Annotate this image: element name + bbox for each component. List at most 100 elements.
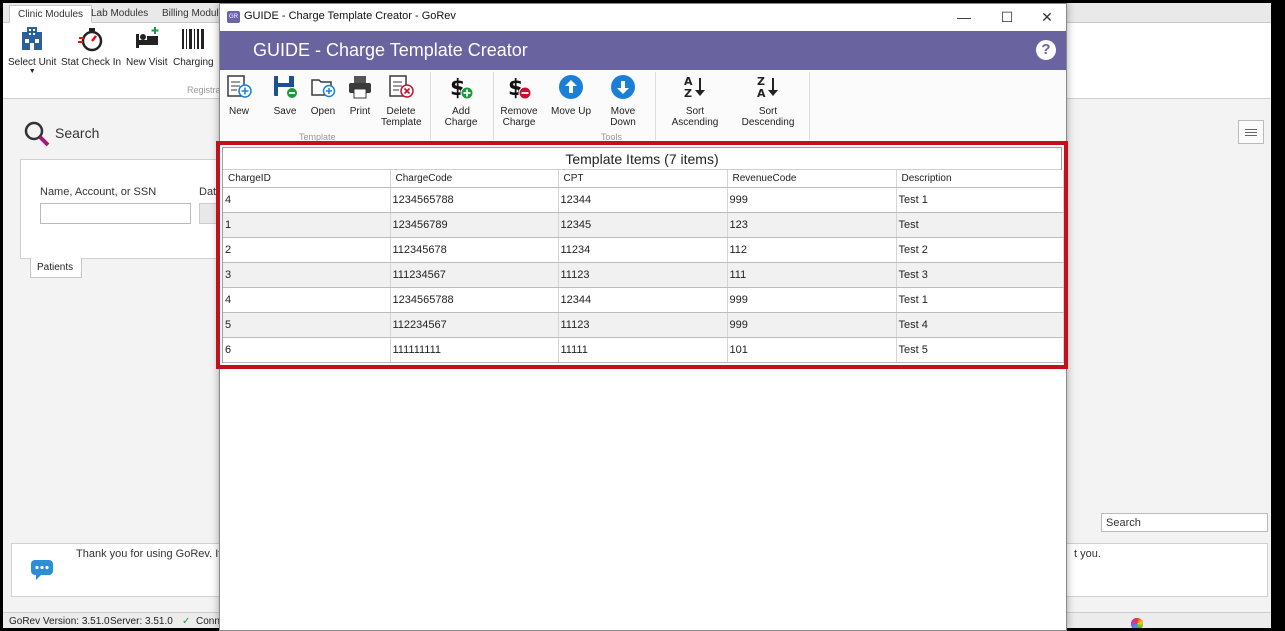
add-charge-button[interactable]: $ Add Charge bbox=[435, 74, 487, 128]
cell-cpt[interactable]: 12345 bbox=[558, 212, 728, 238]
cell-description[interactable]: Test 1 bbox=[896, 287, 1064, 313]
cell-revenuecode[interactable]: 999 bbox=[727, 187, 897, 213]
table-row[interactable]: 3 111234567 11123 111 Test 3 bbox=[223, 262, 1064, 288]
name-account-ssn-input[interactable] bbox=[40, 203, 191, 224]
cell-description[interactable]: Test bbox=[896, 212, 1064, 238]
barcode-icon bbox=[182, 29, 205, 49]
sort-descending-icon: Z A bbox=[757, 75, 778, 100]
right-search-input[interactable]: Search bbox=[1101, 513, 1268, 532]
window-title: GUIDE - Charge Template Creator - GoRev bbox=[244, 10, 456, 22]
hamburger-menu-button[interactable] bbox=[1238, 120, 1264, 144]
cell-cpt[interactable]: 11234 bbox=[558, 237, 728, 263]
column-header-description[interactable]: Description bbox=[896, 170, 1064, 188]
cell-chargecode[interactable]: 111234567 bbox=[390, 262, 559, 288]
print-button[interactable]: Print bbox=[345, 74, 375, 117]
stat-check-in-button[interactable]: Stat Check In bbox=[61, 26, 121, 68]
move-up-button[interactable]: Move Up bbox=[551, 74, 591, 117]
new-document-icon bbox=[227, 75, 252, 98]
cell-revenuecode[interactable]: 999 bbox=[727, 312, 897, 338]
cell-cpt[interactable]: 12344 bbox=[558, 187, 728, 213]
hamburger-icon bbox=[1245, 129, 1257, 130]
select-unit-button[interactable]: Select Unit ▼ bbox=[8, 26, 56, 75]
cell-chargeid[interactable]: 6 bbox=[223, 337, 391, 363]
highlight-frame: Template Items (7 items) ChargeID Charge… bbox=[216, 141, 1068, 369]
window-titlebar[interactable]: GR GUIDE - Charge Template Creator - GoR… bbox=[220, 4, 1066, 31]
cell-chargecode[interactable]: 1234565788 bbox=[390, 287, 559, 313]
cell-chargeid[interactable]: 1 bbox=[223, 212, 391, 238]
cell-chargecode[interactable]: 112345678 bbox=[390, 237, 559, 263]
checkmark-icon: ✓ bbox=[182, 616, 191, 627]
cell-description[interactable]: Test 3 bbox=[896, 262, 1064, 288]
cell-revenuecode[interactable]: 123 bbox=[727, 212, 897, 238]
dialog-ribbon: New Save Open Print Delete Template Temp… bbox=[220, 70, 1066, 144]
charging-button[interactable]: Charging bbox=[173, 26, 214, 68]
cell-chargeid[interactable]: 2 bbox=[223, 237, 391, 263]
table-row[interactable]: 6 111111111 11111 101 Test 5 bbox=[223, 337, 1064, 363]
column-header-chargeid[interactable]: ChargeID bbox=[223, 170, 391, 188]
cell-description[interactable]: Test 2 bbox=[896, 237, 1064, 263]
remove-dollar-icon: $ bbox=[508, 76, 532, 100]
cell-revenuecode[interactable]: 101 bbox=[727, 337, 897, 363]
sort-ascending-label: Sort Ascending bbox=[671, 106, 719, 128]
table-row[interactable]: 4 1234565788 12344 999 Test 1 bbox=[223, 287, 1064, 313]
help-button[interactable]: ? bbox=[1036, 40, 1056, 60]
close-button[interactable]: ✕ bbox=[1027, 4, 1067, 31]
ribbon-divider bbox=[655, 72, 656, 140]
cell-chargecode[interactable]: 1234565788 bbox=[390, 187, 559, 213]
column-header-chargecode[interactable]: ChargeCode bbox=[390, 170, 559, 188]
cell-revenuecode[interactable]: 112 bbox=[727, 237, 897, 263]
table-row[interactable]: 4 1234565788 12344 999 Test 1 bbox=[223, 187, 1064, 213]
sort-descending-button[interactable]: Z A Sort Descending bbox=[734, 74, 802, 128]
move-down-button[interactable]: Move Down bbox=[597, 74, 649, 128]
table-row[interactable]: 5 112234567 11123 999 Test 4 bbox=[223, 312, 1064, 338]
cell-revenuecode[interactable]: 999 bbox=[727, 287, 897, 313]
tab-clinic-modules[interactable]: Clinic Modules bbox=[9, 5, 93, 23]
sort-descending-label: Sort Descending bbox=[741, 106, 795, 128]
tab-lab-modules[interactable]: Lab Modules bbox=[83, 5, 156, 23]
remove-charge-button[interactable]: $ Remove Charge bbox=[500, 74, 538, 128]
cell-chargecode[interactable]: 123456789 bbox=[390, 212, 559, 238]
sort-ascending-icon: A Z bbox=[684, 75, 705, 100]
cell-description[interactable]: Test 5 bbox=[896, 337, 1064, 363]
save-button[interactable]: Save bbox=[270, 74, 300, 117]
cell-description[interactable]: Test 4 bbox=[896, 312, 1064, 338]
search-panel: Search Name, Account, or SSN Dat Patient… bbox=[13, 115, 230, 535]
cell-chargeid[interactable]: 5 bbox=[223, 312, 391, 338]
cell-cpt[interactable]: 11123 bbox=[558, 262, 728, 288]
cell-revenuecode[interactable]: 111 bbox=[727, 262, 897, 288]
color-wheel-icon[interactable] bbox=[1131, 618, 1143, 628]
tab-patients[interactable]: Patients bbox=[30, 258, 82, 278]
cell-chargeid[interactable]: 3 bbox=[223, 262, 391, 288]
minimize-button[interactable]: — bbox=[944, 4, 984, 31]
delete-template-button[interactable]: Delete Template bbox=[381, 74, 422, 128]
cell-description[interactable]: Test 1 bbox=[896, 187, 1064, 213]
open-button[interactable]: Open bbox=[308, 74, 338, 117]
table-row[interactable]: 1 123456789 12345 123 Test bbox=[223, 212, 1064, 238]
ribbon-group-label: Registra bbox=[187, 85, 221, 95]
remove-label-line2: Charge bbox=[502, 117, 536, 128]
column-header-revenuecode[interactable]: RevenueCode bbox=[727, 170, 897, 188]
maximize-button[interactable]: ☐ bbox=[987, 4, 1027, 31]
server-text: Server: 3.51.0 bbox=[110, 616, 173, 627]
template-items-table: ChargeID ChargeCode CPT RevenueCode Desc… bbox=[223, 170, 1064, 363]
cell-cpt[interactable]: 11111 bbox=[558, 337, 728, 363]
cell-chargeid[interactable]: 4 bbox=[223, 187, 391, 213]
bed-icon bbox=[135, 27, 159, 48]
cell-chargeid[interactable]: 4 bbox=[223, 287, 391, 313]
cell-cpt[interactable]: 11123 bbox=[558, 312, 728, 338]
printer-icon bbox=[349, 76, 371, 99]
column-header-cpt[interactable]: CPT bbox=[558, 170, 728, 188]
table-row[interactable]: 2 112345678 11234 112 Test 2 bbox=[223, 237, 1064, 263]
search-icon bbox=[24, 121, 50, 147]
cell-chargecode[interactable]: 112234567 bbox=[390, 312, 559, 338]
open-folder-icon bbox=[311, 79, 336, 98]
cell-chargecode[interactable]: 111111111 bbox=[390, 337, 559, 363]
new-visit-label: New Visit bbox=[126, 57, 168, 68]
new-visit-button[interactable]: New Visit bbox=[126, 26, 168, 68]
new-button[interactable]: New bbox=[225, 74, 253, 117]
charging-label: Charging bbox=[173, 57, 214, 68]
sort-ascending-button[interactable]: A Z Sort Ascending bbox=[662, 74, 728, 128]
cell-cpt[interactable]: 12344 bbox=[558, 287, 728, 313]
hamburger-line bbox=[1245, 132, 1257, 133]
charge-template-creator-window: GR GUIDE - Charge Template Creator - GoR… bbox=[216, 3, 1068, 631]
